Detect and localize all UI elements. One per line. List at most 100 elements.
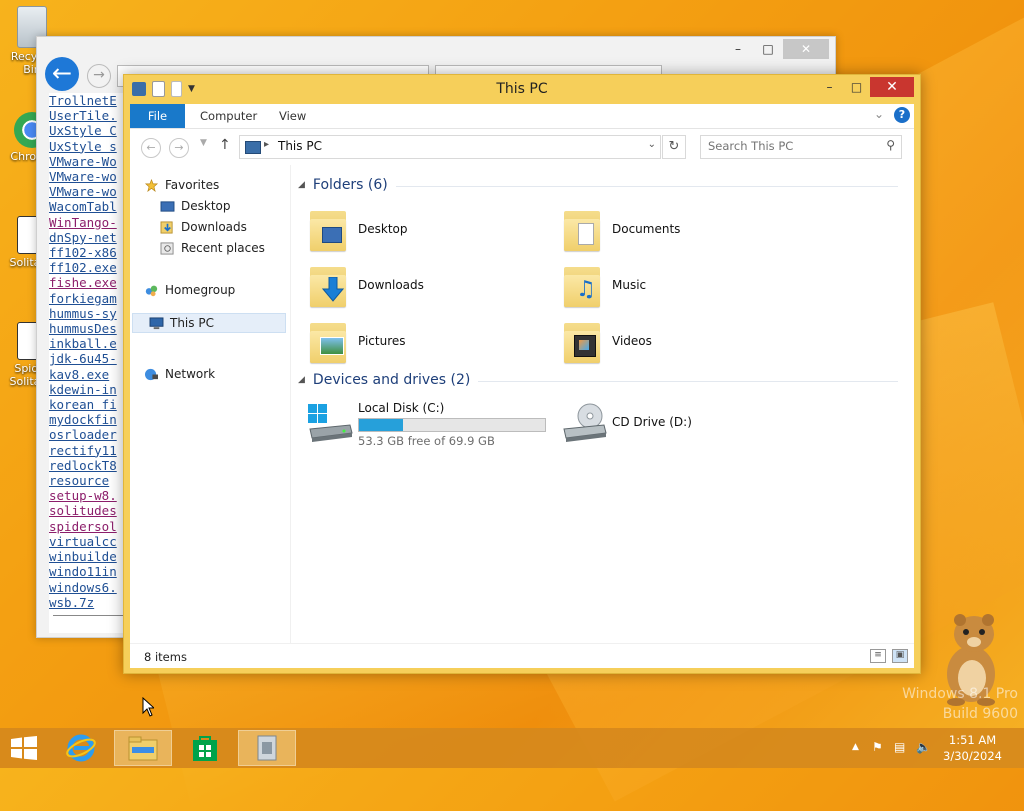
address-dropdown-icon[interactable]: ⌄ bbox=[648, 139, 656, 150]
file-link[interactable]: spidersol bbox=[49, 519, 129, 534]
folder-music[interactable]: ♫ Music bbox=[560, 261, 790, 313]
file-link[interactable]: jdk-6u45- bbox=[49, 351, 129, 366]
clock[interactable]: 1:51 AM 3/30/2024 bbox=[943, 732, 1002, 764]
group-divider bbox=[395, 185, 898, 187]
file-link[interactable]: UxStyle C bbox=[49, 123, 129, 138]
file-link[interactable]: fishe.exe bbox=[49, 275, 129, 290]
drive-local-disk-c[interactable]: Local Disk (C:) 53.3 GB free of 69.9 GB bbox=[306, 399, 556, 451]
back-button[interactable]: ← bbox=[141, 138, 161, 158]
close-button[interactable]: ✕ bbox=[783, 39, 829, 59]
drive-name: CD Drive (D:) bbox=[612, 415, 692, 429]
file-link[interactable]: hummus-sy bbox=[49, 306, 129, 321]
file-link[interactable]: wsb.7z bbox=[49, 595, 129, 610]
file-link[interactable]: resource bbox=[49, 473, 129, 488]
help-icon[interactable]: ? bbox=[894, 107, 910, 123]
file-link[interactable]: VMware-wo bbox=[49, 169, 129, 184]
file-link[interactable]: virtualcc bbox=[49, 534, 129, 549]
file-explorer-window[interactable]: ▼ This PC – □ ✕ File Computer View ⌄ ? ←… bbox=[123, 74, 921, 674]
search-icon[interactable]: ⚲ bbox=[886, 138, 895, 152]
nav-label: Homegroup bbox=[165, 283, 236, 297]
collapse-triangle-icon[interactable]: ◢ bbox=[298, 375, 305, 385]
file-link[interactable]: UserTile. bbox=[49, 108, 129, 123]
taskbar-file-explorer[interactable] bbox=[114, 730, 172, 766]
navigation-bar: ← → ▼ ↑ ▸ This PC ⌄ ↻ ⚲ bbox=[130, 129, 914, 165]
address-bar[interactable]: ▸ This PC ⌄ bbox=[239, 135, 661, 159]
file-link[interactable]: hummusDes bbox=[49, 321, 129, 336]
folder-desktop[interactable]: Desktop bbox=[306, 205, 536, 257]
folders-group-header[interactable]: ◢ Folders (6) bbox=[298, 177, 898, 193]
file-link[interactable]: redlockT8 bbox=[49, 458, 129, 473]
nav-homegroup[interactable]: Homegroup bbox=[144, 280, 235, 300]
forward-button[interactable]: → bbox=[87, 64, 111, 88]
file-link[interactable]: ff102.exe bbox=[49, 260, 129, 275]
file-link[interactable]: solitudes bbox=[49, 503, 129, 518]
search-input[interactable] bbox=[701, 136, 868, 156]
large-icons-view-icon[interactable]: ▣ bbox=[892, 649, 908, 663]
file-link[interactable]: WacomTabl bbox=[49, 199, 129, 214]
search-box[interactable]: ⚲ bbox=[700, 135, 902, 159]
browser-content: TrollnetE UserTile. UxStyle C UxStyle s VMwa… bbox=[49, 93, 129, 633]
file-link[interactable]: osrloader bbox=[49, 427, 129, 442]
drive-cd-d[interactable]: CD Drive (D:) bbox=[560, 399, 760, 451]
breadcrumb-this-pc[interactable]: This PC bbox=[278, 139, 322, 153]
forward-button[interactable]: → bbox=[169, 138, 189, 158]
file-link[interactable]: VMware-Wo bbox=[49, 154, 129, 169]
collapse-triangle-icon[interactable]: ◢ bbox=[298, 180, 305, 190]
file-link[interactable]: dnSpy-net bbox=[49, 230, 129, 245]
nav-network[interactable]: Network bbox=[144, 364, 215, 384]
file-link[interactable]: kav8.exe bbox=[49, 367, 129, 382]
taskbar-internet-explorer[interactable] bbox=[52, 730, 110, 766]
file-link[interactable]: UxStyle s bbox=[49, 139, 129, 154]
expand-ribbon-chevron-icon[interactable]: ⌄ bbox=[874, 107, 884, 121]
nav-downloads[interactable]: Downloads bbox=[160, 217, 247, 237]
file-link[interactable]: windo11in bbox=[49, 564, 129, 579]
minimize-button[interactable]: – bbox=[723, 39, 753, 59]
network-status-icon[interactable]: ▤ bbox=[894, 740, 905, 754]
recent-locations-chevron-icon[interactable]: ▼ bbox=[200, 138, 207, 148]
nav-desktop[interactable]: Desktop bbox=[160, 196, 231, 216]
details-view-icon[interactable]: ≡ bbox=[870, 649, 886, 663]
taskbar-app[interactable] bbox=[238, 730, 296, 766]
folder-pictures[interactable]: Pictures bbox=[306, 317, 536, 369]
title-bar[interactable]: ▼ This PC – □ ✕ bbox=[124, 75, 920, 103]
folder-videos[interactable]: Videos bbox=[560, 317, 790, 369]
tab-view[interactable]: View bbox=[279, 104, 306, 128]
file-link[interactable]: VMware-wo bbox=[49, 184, 129, 199]
file-link[interactable]: windows6. bbox=[49, 580, 129, 595]
show-hidden-icons-chevron-icon[interactable]: ▲ bbox=[852, 742, 859, 752]
action-center-flag-icon[interactable]: ⚑ bbox=[872, 740, 883, 754]
nav-favorites[interactable]: Favorites bbox=[144, 175, 219, 195]
refresh-button[interactable]: ↻ bbox=[662, 135, 686, 159]
folder-downloads[interactable]: Downloads bbox=[306, 261, 536, 313]
devices-group-header[interactable]: ◢ Devices and drives (2) bbox=[298, 372, 898, 388]
file-link[interactable]: kdewin-in bbox=[49, 382, 129, 397]
item-count: 8 items bbox=[144, 650, 187, 664]
file-link[interactable]: korean fi bbox=[49, 397, 129, 412]
file-link[interactable]: forkiegam bbox=[49, 291, 129, 306]
file-link[interactable]: winbuilde bbox=[49, 549, 129, 564]
file-link[interactable]: ff102-x86 bbox=[49, 245, 129, 260]
tab-computer[interactable]: Computer bbox=[200, 104, 257, 128]
taskbar-store[interactable] bbox=[176, 730, 234, 766]
file-link[interactable]: WinTango- bbox=[49, 215, 129, 230]
maximize-button[interactable]: □ bbox=[843, 77, 870, 97]
close-button[interactable]: ✕ bbox=[870, 77, 914, 97]
up-button[interactable]: ↑ bbox=[219, 137, 231, 153]
nav-recent-places[interactable]: Recent places bbox=[160, 238, 265, 258]
nav-this-pc[interactable]: This PC bbox=[132, 313, 286, 333]
file-link[interactable]: TrollnetE bbox=[49, 93, 129, 108]
maximize-button[interactable]: □ bbox=[753, 39, 783, 59]
breadcrumb-separator-icon[interactable]: ▸ bbox=[264, 139, 269, 150]
network-icon bbox=[145, 368, 158, 380]
folder-documents[interactable]: Documents bbox=[560, 205, 790, 257]
volume-muted-icon[interactable]: 🔈 bbox=[916, 740, 931, 754]
tab-file[interactable]: File bbox=[130, 104, 185, 128]
file-link[interactable]: mydockfin bbox=[49, 412, 129, 427]
start-button[interactable] bbox=[10, 736, 38, 760]
back-button[interactable]: ← bbox=[45, 57, 79, 91]
minimize-button[interactable]: – bbox=[816, 77, 843, 97]
file-link[interactable]: rectify11 bbox=[49, 443, 129, 458]
file-link[interactable]: setup-w8. bbox=[49, 488, 129, 503]
navigation-pane: Favorites Desktop Downloads Recent place… bbox=[130, 165, 290, 643]
file-link[interactable]: inkball.e bbox=[49, 336, 129, 351]
